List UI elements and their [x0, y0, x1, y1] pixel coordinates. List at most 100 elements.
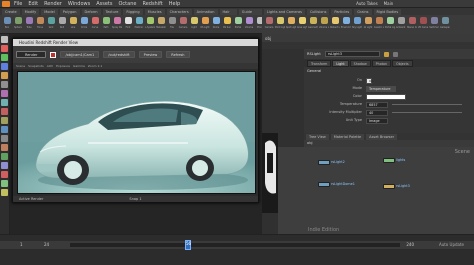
shelf-tool-button[interactable]: Switcher — [429, 16, 439, 33]
shelf-tab[interactable]: Texture — [102, 8, 122, 15]
param-value[interactable]: 6857 — [366, 101, 388, 108]
shelf-tool-button[interactable]: Ambient Light — [396, 16, 406, 33]
record-icon[interactable] — [1, 171, 8, 178]
shelf-tab[interactable]: Polygon — [59, 8, 80, 15]
node-body[interactable] — [318, 159, 330, 165]
snap-tool-icon[interactable] — [1, 99, 8, 106]
shelf-tool-button[interactable]: Portal Light — [385, 16, 395, 33]
param-value[interactable]: Temperature — [366, 85, 396, 92]
menu-octane[interactable]: Octane — [118, 1, 136, 7]
key-icon[interactable] — [1, 189, 8, 196]
network-tab[interactable]: Material Palette — [330, 133, 365, 140]
node-body[interactable] — [383, 183, 395, 189]
network-tab[interactable]: Asset Browser — [366, 133, 398, 140]
shelf-tool-button[interactable]: Portal — [233, 16, 243, 33]
shelf-tool-button[interactable]: Area Light — [297, 16, 307, 33]
network-tab[interactable]: Tree View — [306, 133, 329, 140]
param-value[interactable]: 40 — [366, 109, 388, 116]
shelf-tab[interactable]: Animation — [193, 8, 218, 15]
shelf-tool-button[interactable]: Camera — [178, 16, 188, 33]
shelf-tab[interactable]: Characters — [166, 8, 192, 15]
preview-toggle[interactable]: Preview — [138, 51, 163, 58]
param-path[interactable]: obj — [265, 36, 271, 41]
shelf-tab[interactable]: Hair Utils — [219, 8, 237, 20]
shelf-tab[interactable]: Muscles — [144, 8, 165, 15]
shelf-tool-button[interactable]: Curve — [90, 16, 100, 33]
shelf-tool-button[interactable]: Distant Light — [330, 16, 340, 33]
menu-help[interactable]: Help — [169, 1, 180, 7]
render-button[interactable]: Render — [16, 51, 47, 58]
shelf-tab[interactable]: Guide Process — [238, 8, 262, 20]
shelf-tab[interactable]: Model — [41, 8, 58, 15]
shelf-tool-button[interactable]: VR Camera — [418, 16, 428, 33]
right-shelf-tab[interactable]: Particles — [331, 8, 353, 15]
right-shelf-tab[interactable]: Rigid Bodies — [373, 8, 402, 15]
render-subbar-item[interactable]: Exposure — [56, 64, 70, 68]
shelf-tool-button[interactable]: RS Sun — [222, 16, 232, 33]
param-value[interactable]: On — [366, 77, 373, 84]
section-general[interactable]: General — [307, 69, 321, 73]
network-node[interactable]: rsLight3 — [383, 183, 410, 189]
scale-tool-icon[interactable] — [1, 63, 8, 70]
shelf-tab[interactable]: Create — [2, 8, 20, 15]
light-tool-icon[interactable] — [1, 117, 8, 124]
shelf-tool-button[interactable]: RS Light — [200, 16, 210, 33]
stop-render-icon[interactable] — [50, 51, 57, 58]
render-subbar-item[interactable]: Gamma — [73, 64, 85, 68]
node-body[interactable] — [318, 181, 330, 187]
fps-label[interactable]: 24 — [44, 242, 49, 247]
menu-render[interactable]: Render — [44, 1, 62, 7]
right-shelf-tab[interactable]: Collisions — [306, 8, 330, 15]
pose-tool-icon[interactable] — [1, 90, 8, 97]
node-name-field[interactable]: rsLight3 — [324, 51, 380, 57]
shelf-tool-button[interactable]: File — [167, 16, 177, 33]
shelf-tool-button[interactable]: Sky Light — [352, 16, 362, 33]
network-node[interactable]: lights — [383, 157, 405, 163]
network-node[interactable]: rsLight2 — [318, 159, 345, 165]
shelf-tool-button[interactable]: Tube — [24, 16, 34, 33]
rendered-image[interactable] — [17, 71, 256, 194]
frame-start[interactable]: 1 — [20, 242, 23, 247]
render-tool-icon[interactable] — [1, 108, 8, 115]
param-value[interactable]: Image — [366, 117, 388, 124]
right-shelf-tab[interactable]: Grains — [354, 8, 372, 15]
shelf-tool-button[interactable]: Volume — [244, 16, 254, 33]
render-subbar-item[interactable]: Snapshots — [28, 64, 44, 68]
shelf-tool-button[interactable]: Grid — [46, 16, 56, 33]
rotate-tool-icon[interactable] — [1, 54, 8, 61]
shelf-tool-button[interactable]: Platonic — [134, 16, 144, 33]
display-tool-icon[interactable] — [1, 135, 8, 142]
shelf-tool-button[interactable]: Font — [123, 16, 133, 33]
right-shelf-tab[interactable]: Lights and Cameras — [264, 8, 305, 15]
menu-assets[interactable]: Assets — [96, 1, 112, 7]
view-tool-icon[interactable] — [1, 81, 8, 88]
param-tab-shadow[interactable]: Shadow — [349, 60, 371, 67]
shelf-tool-button[interactable]: Gamepad — [440, 16, 450, 33]
play-icon[interactable] — [1, 180, 8, 187]
render-subbar-item[interactable]: AOV — [47, 64, 53, 68]
shelf-tool-button[interactable]: Line — [68, 16, 78, 33]
shelf-tool-button[interactable]: Point Light — [275, 16, 285, 33]
param-tab-transform[interactable]: Transform — [307, 60, 332, 67]
menu-edit[interactable]: Edit — [28, 1, 38, 7]
shelf-tool-button[interactable]: Torus — [35, 16, 45, 33]
camera-path-field[interactable]: /obj/cam1/Cam1 — [60, 51, 100, 58]
shelf-tool-button[interactable]: Circle — [79, 16, 89, 33]
desktop-selector[interactable]: Auto Takes — [356, 1, 378, 6]
shelf-tool-button[interactable]: Stereo Camera — [407, 16, 417, 33]
shelf-tool-button[interactable]: Null — [57, 16, 67, 33]
help-icon[interactable] — [392, 51, 398, 57]
param-value[interactable] — [366, 93, 406, 100]
camera-tool-icon[interactable] — [1, 126, 8, 133]
param-tab-light[interactable]: Light — [332, 60, 349, 67]
shelf-tool-button[interactable]: Path — [101, 16, 111, 33]
pin-tool-icon[interactable] — [1, 162, 8, 169]
rop-path-field[interactable]: /out/redshift — [103, 51, 135, 58]
shelf-tool-button[interactable]: Environment Light — [341, 16, 351, 33]
network-node[interactable]: rsLightDome1 — [318, 181, 355, 187]
select-tool-icon[interactable] — [1, 36, 8, 43]
param-tab-photon[interactable]: Photon — [371, 60, 392, 67]
shelf-tool-button[interactable]: Light — [189, 16, 199, 33]
render-view-window[interactable]: Houdini Redshift Render View Render /obj… — [12, 38, 259, 203]
node-body[interactable] — [383, 157, 395, 163]
